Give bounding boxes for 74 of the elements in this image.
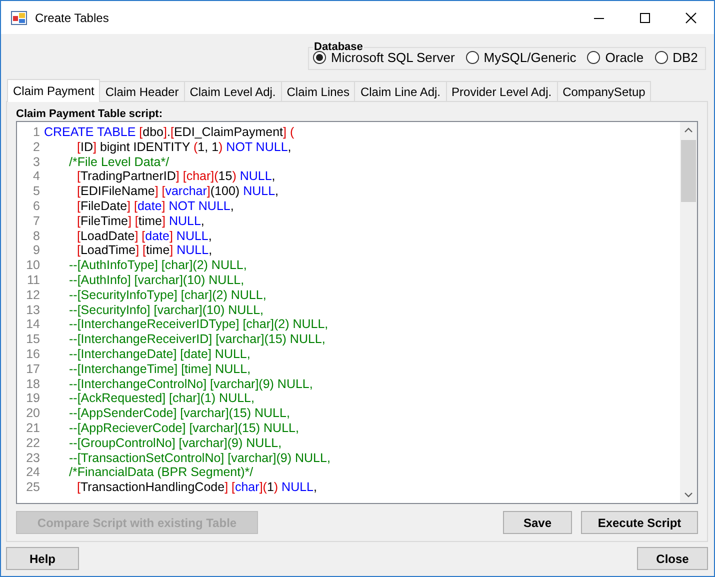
line-number: 20 bbox=[25, 406, 41, 421]
line-number: 8 bbox=[32, 228, 41, 244]
tab[interactable]: CompanySetup bbox=[556, 81, 652, 101]
code-line: --[SecurityInfoType] [char](2) NULL, bbox=[69, 288, 266, 303]
line-number: 6 bbox=[32, 198, 41, 214]
action-button[interactable]: Execute Script bbox=[581, 511, 698, 534]
code-line: [EDIFileName] [varchar](100) NULL, bbox=[77, 184, 279, 199]
tab[interactable]: Provider Level Adj. bbox=[446, 81, 558, 101]
code-line: --[AppRecieverCode] [varchar](15) NULL, bbox=[69, 420, 299, 436]
line-number: 3 bbox=[32, 154, 41, 170]
line-number: 22 bbox=[25, 436, 41, 451]
code-line: [FileDate] [date] NOT NULL, bbox=[77, 198, 234, 214]
code-line: [LoadTime] [time] NULL, bbox=[77, 243, 212, 258]
line-number: 5 bbox=[32, 184, 41, 199]
code-line: --[InterchangeReceiverIDType] [char](2) NULL, bbox=[69, 317, 328, 332]
code-line: [TradingPartnerID] [char](15) NULL, bbox=[77, 169, 276, 184]
line-number: 18 bbox=[25, 376, 41, 392]
code-line: --[InterchangeDate] [date] NULL, bbox=[69, 346, 250, 362]
code-line: [ID] bigint IDENTITY (1, 1) NOT NULL, bbox=[77, 140, 292, 155]
line-number: 1 bbox=[32, 125, 41, 140]
scrollbar[interactable] bbox=[680, 122, 697, 503]
line-number: 16 bbox=[25, 346, 41, 362]
line-number: 17 bbox=[25, 362, 41, 377]
code-line: --[InterchangeControlNo] [varchar](9) NULL, bbox=[69, 376, 313, 392]
tab[interactable]: Claim Payment bbox=[7, 79, 100, 102]
code-line: /*FinancialData (BPR Segment)*/ bbox=[69, 465, 254, 480]
dialog-button[interactable]: Close bbox=[637, 547, 708, 570]
scroll-thumb[interactable] bbox=[681, 140, 696, 202]
close-icon[interactable] bbox=[685, 12, 697, 24]
code-line: [FileTime] [time] NULL, bbox=[77, 214, 204, 229]
code-line: --[SecurityInfo] [varchar](10) NULL, bbox=[69, 302, 264, 318]
line-number: 9 bbox=[32, 243, 41, 258]
code-line: --[GroupControlNo] [varchar](9) NULL, bbox=[69, 436, 282, 451]
code-line: --[AppSenderCode] [varchar](15) NULL, bbox=[69, 406, 290, 421]
line-number: 7 bbox=[32, 214, 41, 229]
app-icon bbox=[11, 10, 27, 24]
group-label: Database bbox=[313, 41, 363, 53]
script-label: Claim Payment Table script: bbox=[16, 108, 164, 120]
code-line: [TransactionHandlingCode] [char](1) NULL, bbox=[77, 480, 317, 495]
code-line: /*File Level Data*/ bbox=[69, 154, 170, 170]
line-number: 15 bbox=[25, 332, 41, 347]
script-editor[interactable] bbox=[16, 121, 698, 504]
dialog-button[interactable]: Help bbox=[6, 547, 79, 570]
line-number: 24 bbox=[25, 465, 41, 480]
tab[interactable]: Claim Line Adj. bbox=[354, 81, 447, 101]
code-line: --[TransactionSetControlNo] [varchar](9) NULL, bbox=[69, 450, 330, 466]
line-number: 14 bbox=[25, 317, 41, 332]
line-number: 11 bbox=[26, 272, 41, 288]
action-button[interactable]: Save bbox=[503, 511, 572, 534]
radio-option[interactable]: MySQL/Generic bbox=[466, 50, 576, 65]
line-number: 25 bbox=[25, 480, 41, 495]
code-line: --[AuthInfoType] [char](2) NULL, bbox=[69, 258, 247, 273]
line-number: 4 bbox=[32, 169, 41, 184]
code-line: --[AckRequested] [char](1) NULL, bbox=[69, 391, 254, 406]
scroll-up-icon[interactable] bbox=[684, 127, 693, 133]
window-title: Create Tables bbox=[35, 10, 109, 24]
code-line: --[AuthInfo] [varchar](10) NULL, bbox=[69, 272, 244, 288]
radio-option[interactable]: Microsoft SQL Server bbox=[313, 50, 455, 65]
line-number: 21 bbox=[25, 420, 41, 436]
code-line: CREATE TABLE [dbo].[EDI_ClaimPayment] ( bbox=[44, 125, 294, 140]
line-number: 12 bbox=[25, 288, 41, 303]
tab[interactable]: Claim Level Adj. bbox=[184, 81, 282, 101]
code-line: --[InterchangeTime] [time] NULL, bbox=[69, 362, 251, 377]
line-number: 13 bbox=[25, 302, 41, 318]
line-number: 10 bbox=[25, 258, 41, 273]
maximize-icon[interactable] bbox=[639, 12, 651, 24]
line-number: 23 bbox=[25, 450, 41, 466]
line-number: 19 bbox=[25, 391, 41, 406]
radio-option[interactable]: Oracle bbox=[587, 50, 644, 65]
line-number: 2 bbox=[32, 140, 41, 155]
radio-option[interactable]: DB2 bbox=[654, 50, 698, 65]
code-line: [LoadDate] [date] NULL, bbox=[77, 228, 212, 244]
scroll-down-icon[interactable] bbox=[684, 492, 693, 498]
code-line: --[InterchangeReceiverID] [varchar](15) NULL, bbox=[69, 332, 326, 347]
